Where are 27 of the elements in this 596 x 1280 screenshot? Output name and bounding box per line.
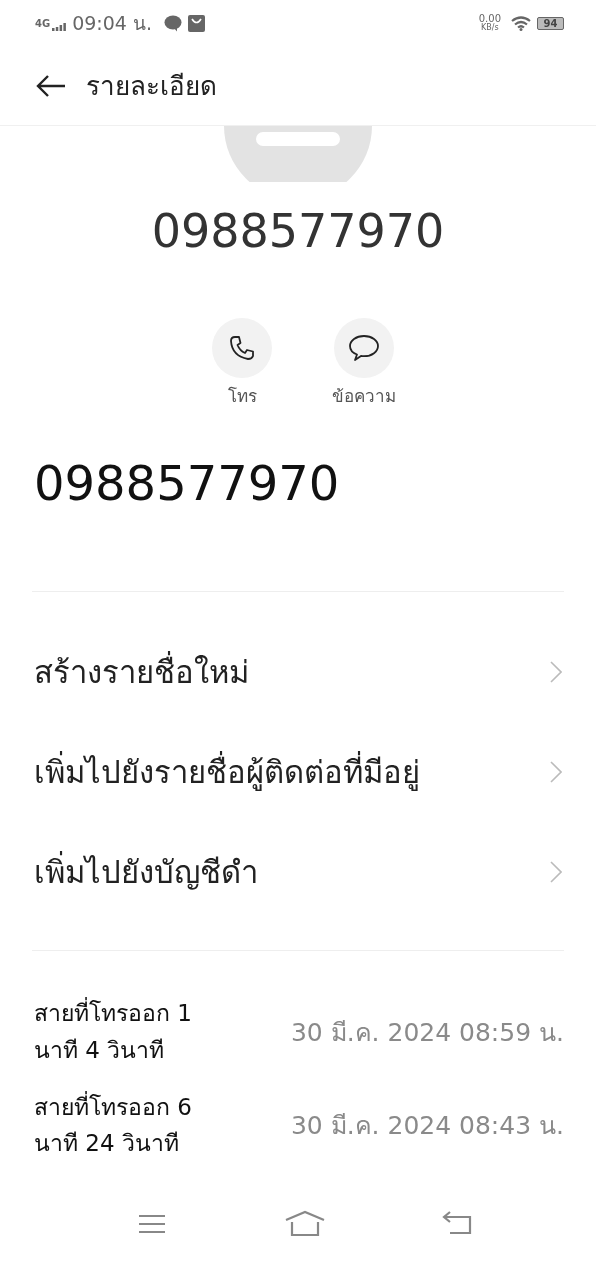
chat-bubble-icon <box>164 14 182 32</box>
call-description: สายที่โทรออก 1 นาที 4 วินาที <box>34 995 230 1069</box>
speed-unit: KB/s <box>481 24 499 32</box>
back-arrow-icon <box>36 73 66 98</box>
phone-number: 0988577970 <box>33 455 341 511</box>
avatar-icon <box>224 126 372 182</box>
menu-item[interactable]: เพิ่มไปยังบัญชีดำ <box>0 822 596 922</box>
chevron-right-icon <box>550 861 562 883</box>
call-timestamp: 30 มี.ค. 2024 08:43 น. <box>290 1110 564 1143</box>
phone-icon <box>228 334 256 362</box>
wifi-icon <box>511 15 531 31</box>
signal-icon <box>52 23 67 31</box>
call-timestamp: 30 มี.ค. 2024 08:59 น. <box>290 1016 564 1049</box>
back-button[interactable] <box>36 73 66 98</box>
network-type: 4G <box>35 18 51 29</box>
network-speed: 0.00 <box>478 14 501 24</box>
speech-bubble-icon <box>348 334 380 362</box>
chevron-right-icon <box>550 661 562 683</box>
contact-name: 0988577970 <box>150 204 446 258</box>
battery-level: 94 <box>537 16 564 30</box>
call-description: สายที่โทรออก 6 นาที 24 วินาที <box>34 1090 193 1159</box>
shopping-bag-icon <box>188 14 205 32</box>
menu-item[interactable]: สร้างรายชื่อใหม่ <box>0 622 596 722</box>
status-time: 09:04 น. <box>72 11 152 36</box>
page-title: รายละเอียด <box>86 70 217 103</box>
chevron-right-icon <box>550 761 562 783</box>
menu-item[interactable]: เพิ่มไปยังรายชื่อผู้ติดต่อที่มีอยู่ <box>0 722 596 822</box>
